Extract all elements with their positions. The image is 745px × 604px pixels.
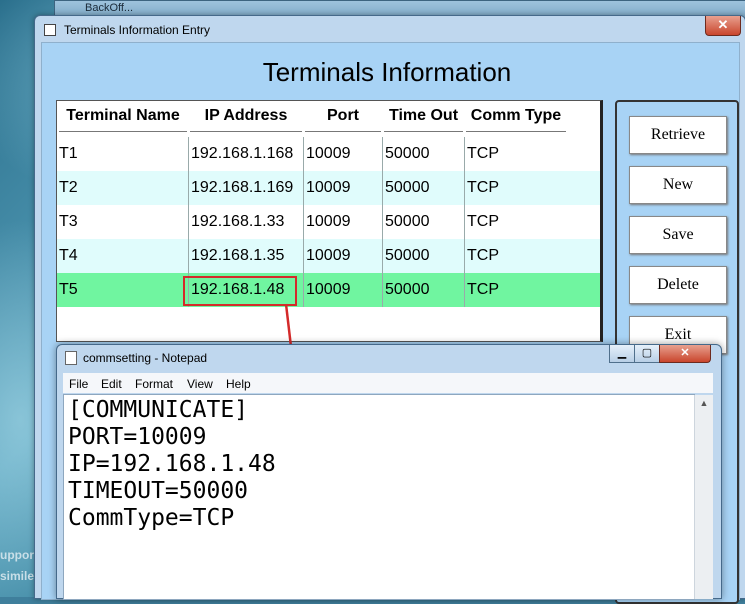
menu-file[interactable]: File — [69, 377, 88, 391]
cell-ip-address: 192.168.1.169 — [191, 179, 294, 196]
cell-terminal-name: T3 — [59, 213, 78, 230]
cell-terminal-name: T1 — [59, 145, 78, 162]
menu-format[interactable]: Format — [135, 377, 173, 391]
cell-port: 10009 — [306, 179, 351, 196]
cell-time-out: 50000 — [385, 281, 430, 298]
column-header-time-out[interactable]: Time Out — [384, 107, 463, 132]
cell-time-out: 50000 — [385, 179, 430, 196]
cell-terminal-name: T4 — [59, 247, 78, 264]
save-button[interactable]: Save — [629, 216, 727, 254]
cell-time-out: 50000 — [385, 145, 430, 162]
text-line: [COMMUNICATE] — [68, 397, 249, 423]
scroll-up-icon[interactable]: ▲ — [695, 395, 713, 411]
text-line: IP=192.168.1.48 — [68, 451, 276, 477]
retrieve-button[interactable]: Retrieve — [629, 116, 727, 154]
cell-comm-type: TCP — [467, 213, 499, 230]
cell-comm-type: TCP — [467, 281, 499, 298]
text-line: CommType=TCP — [68, 505, 235, 531]
notepad-close-icon[interactable]: ✕ — [659, 345, 711, 363]
table-header: Terminal Name IP Address Port Time Out C… — [57, 101, 600, 135]
table-row[interactable]: T4 192.168.1.35 10009 50000 TCP — [57, 239, 600, 273]
cell-port: 10009 — [306, 281, 351, 298]
cell-port: 10009 — [306, 247, 351, 264]
notepad-text-area[interactable]: [COMMUNICATE] PORT=10009 IP=192.168.1.48… — [63, 394, 713, 600]
table-row[interactable]: T3 192.168.1.33 10009 50000 TCP — [57, 205, 600, 239]
table-row[interactable]: T1 192.168.1.168 10009 50000 TCP — [57, 137, 600, 171]
maximize-icon[interactable]: ▢ — [634, 345, 660, 363]
cell-comm-type: TCP — [467, 247, 499, 264]
text-line: PORT=10009 — [68, 424, 207, 450]
column-header-comm-type[interactable]: Comm Type — [466, 107, 566, 132]
minimize-icon[interactable]: ▁ — [609, 345, 635, 363]
background-window-title: BackOff... — [85, 2, 134, 14]
cell-ip-address: 192.168.1.33 — [191, 213, 285, 230]
notepad-app-icon — [65, 351, 77, 365]
cell-port: 10009 — [306, 145, 351, 162]
text-line: TIMEOUT=50000 — [68, 478, 249, 504]
cell-time-out: 50000 — [385, 213, 430, 230]
notepad-menubar: File Edit Format View Help — [63, 373, 713, 393]
cell-time-out: 50000 — [385, 247, 430, 264]
window-app-icon — [44, 24, 56, 36]
menu-view[interactable]: View — [187, 377, 213, 391]
menu-edit[interactable]: Edit — [101, 377, 122, 391]
window-titlebar[interactable]: Terminals Information Entry ✕ — [35, 16, 745, 42]
ip-highlight-box — [183, 276, 297, 306]
table-row-selected[interactable]: T5 192.168.1.48 10009 50000 TCP — [57, 273, 600, 307]
column-header-port[interactable]: Port — [305, 107, 381, 132]
cell-port: 10009 — [306, 213, 351, 230]
window-close-icon[interactable]: ✕ — [705, 16, 741, 36]
cell-ip-address: 192.168.1.35 — [191, 247, 285, 264]
cell-terminal-name: T2 — [59, 179, 78, 196]
new-button[interactable]: New — [629, 166, 727, 204]
page-title: Terminals Information — [262, 57, 512, 87]
cell-terminal-name: T5 — [59, 281, 78, 298]
notepad-window: commsetting - Notepad ▁ ▢ ✕ File Edit Fo… — [56, 344, 722, 600]
delete-button[interactable]: Delete — [629, 266, 727, 304]
cell-comm-type: TCP — [467, 179, 499, 196]
window-title: Terminals Information Entry — [64, 23, 211, 37]
cell-ip-address: 192.168.1.168 — [191, 145, 294, 162]
column-header-ip-address[interactable]: IP Address — [190, 107, 302, 132]
menu-help[interactable]: Help — [226, 377, 251, 391]
table-row[interactable]: T2 192.168.1.169 10009 50000 TCP — [57, 171, 600, 205]
vertical-scrollbar[interactable]: ▲ — [694, 395, 713, 599]
terminals-table: Terminal Name IP Address Port Time Out C… — [56, 100, 603, 342]
column-header-terminal-name[interactable]: Terminal Name — [59, 107, 187, 132]
notepad-title: commsetting - Notepad — [83, 351, 208, 365]
cell-comm-type: TCP — [467, 145, 499, 162]
